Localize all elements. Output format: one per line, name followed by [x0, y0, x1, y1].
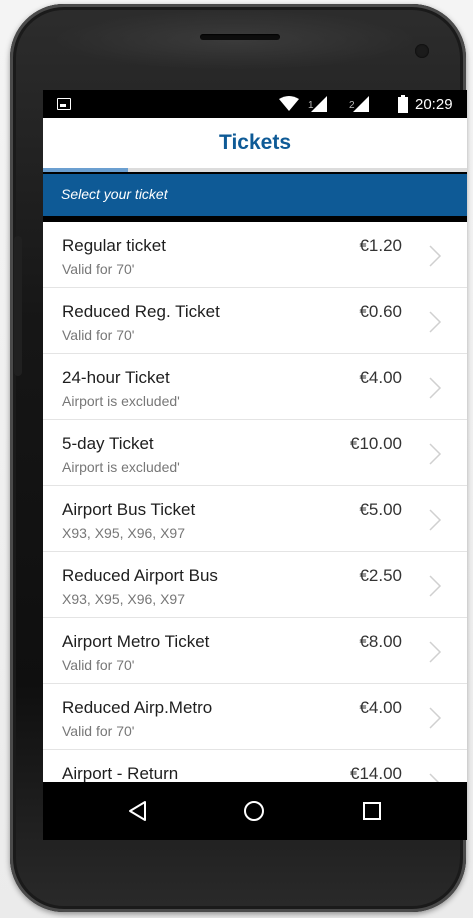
ticket-price: €1.20 — [359, 236, 402, 255]
ticket-price: €0.60 — [359, 302, 402, 321]
ticket-price: €4.00 — [359, 368, 402, 387]
ticket-row-airport-return[interactable]: Airport - Return €14.00 — [43, 750, 467, 782]
ticket-row-24-hour[interactable]: 24-hour Ticket Airport is excluded' €4.0… — [43, 354, 467, 420]
ticket-list: Regular ticket Valid for 70' €1.20 Reduc… — [43, 222, 467, 782]
progress-fill — [43, 168, 128, 172]
ticket-desc: Valid for 70' — [62, 657, 135, 673]
image-notification-icon — [57, 98, 71, 110]
ticket-name: Airport - Return — [62, 764, 179, 782]
ticket-row-5-day[interactable]: 5-day Ticket Airport is excluded' €10.00 — [43, 420, 467, 486]
ticket-price: €10.00 — [350, 434, 402, 453]
clock: 20:29 — [415, 96, 453, 113]
ticket-price: €8.00 — [359, 632, 402, 651]
ticket-desc: Valid for 70' — [62, 723, 135, 739]
ticket-desc: X93, X95, X96, X97 — [62, 525, 185, 541]
app-header: Tickets — [43, 118, 467, 168]
ticket-name: 24-hour Ticket — [62, 368, 170, 387]
section-banner: Select your ticket — [43, 174, 467, 216]
chevron-right-icon — [429, 245, 442, 267]
front-camera — [415, 44, 429, 58]
ticket-desc: Valid for 70' — [62, 261, 135, 277]
progress-bar — [43, 168, 467, 172]
chevron-right-icon — [429, 773, 440, 782]
home-circle-icon[interactable] — [242, 799, 266, 823]
ticket-desc: Airport is excluded' — [62, 459, 180, 475]
ticket-name: Airport Bus Ticket — [62, 500, 196, 519]
chevron-right-icon — [429, 377, 442, 399]
side-button — [14, 236, 22, 376]
ticket-desc: Valid for 70' — [62, 327, 135, 343]
ticket-name: 5-day Ticket — [62, 434, 154, 453]
signal-2-icon — [353, 96, 369, 112]
ticket-name: Reduced Airp.Metro — [62, 698, 213, 717]
chevron-right-icon — [429, 707, 442, 729]
wifi-icon — [279, 96, 299, 111]
ticket-row-airport-metro[interactable]: Airport Metro Ticket Valid for 70' €8.00 — [43, 618, 467, 684]
page-title: Tickets — [219, 131, 291, 154]
signal-1-icon — [311, 96, 327, 112]
battery-icon — [398, 95, 408, 113]
ticket-desc: Airport is excluded' — [62, 393, 180, 409]
back-triangle-icon[interactable] — [126, 799, 150, 823]
ticket-desc: X93, X95, X96, X97 — [62, 591, 185, 607]
ticket-row-regular[interactable]: Regular ticket Valid for 70' €1.20 — [43, 222, 467, 288]
recent-square-icon[interactable] — [360, 799, 384, 823]
ticket-row-reduced-airport-bus[interactable]: Reduced Airport Bus X93, X95, X96, X97 €… — [43, 552, 467, 618]
ticket-name: Airport Metro Ticket — [62, 632, 210, 651]
phone-gloss — [50, 10, 420, 70]
ticket-price: €4.00 — [359, 698, 402, 717]
ticket-row-reduced-airport-metro[interactable]: Reduced Airp.Metro Valid for 70' €4.00 — [43, 684, 467, 750]
ticket-price: €2.50 — [359, 566, 402, 585]
earpiece-speaker — [200, 34, 280, 40]
ticket-name: Reduced Airport Bus — [62, 566, 218, 585]
chevron-right-icon — [429, 575, 442, 597]
ticket-row-reduced-regular[interactable]: Reduced Reg. Ticket Valid for 70' €0.60 — [43, 288, 467, 354]
ticket-name: Reduced Reg. Ticket — [62, 302, 220, 321]
chevron-right-icon — [429, 509, 442, 531]
screen: 1 2 20:29 Tickets Select your ticket Reg… — [43, 90, 467, 840]
chevron-right-icon — [429, 443, 442, 465]
chevron-right-icon — [429, 311, 442, 333]
ticket-row-airport-bus[interactable]: Airport Bus Ticket X93, X95, X96, X97 €5… — [43, 486, 467, 552]
section-label: Select your ticket — [61, 186, 168, 202]
ticket-price: €5.00 — [359, 500, 402, 519]
status-bar: 1 2 20:29 — [43, 90, 467, 118]
ticket-price: €14.00 — [350, 764, 402, 782]
ticket-name: Regular ticket — [62, 236, 166, 255]
chevron-right-icon — [429, 641, 442, 663]
phone-frame: 1 2 20:29 Tickets Select your ticket Reg… — [10, 4, 467, 912]
system-nav-bar — [43, 782, 467, 840]
